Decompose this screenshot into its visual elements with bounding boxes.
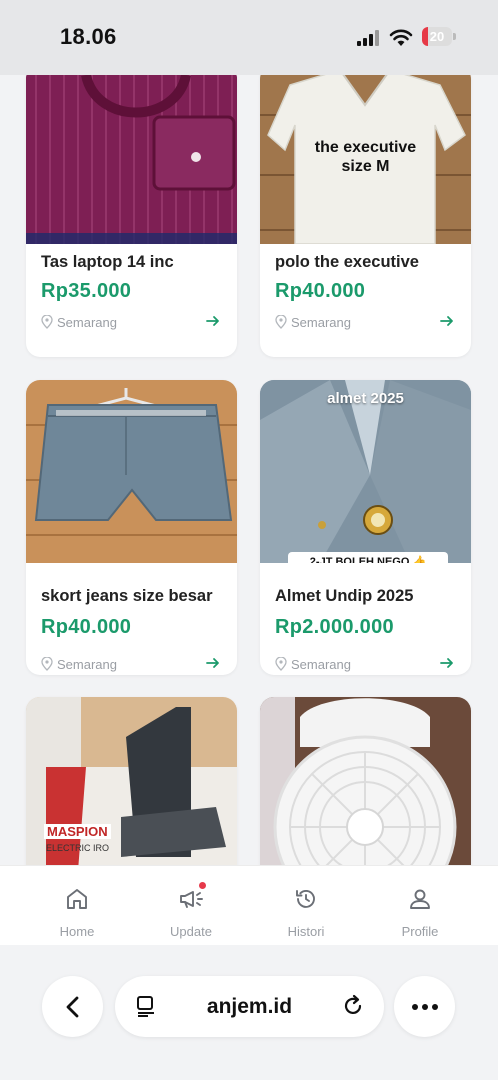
user-icon bbox=[410, 889, 430, 909]
listing-image: almet 2025 2-JT BOLEH NEGO 👍 bbox=[260, 380, 471, 563]
wifi-icon bbox=[389, 29, 413, 46]
listing-title: Almet Undip 2025 bbox=[275, 587, 414, 605]
arrow-right-icon[interactable] bbox=[205, 655, 221, 671]
status-bar: 18.06 20 bbox=[0, 0, 498, 75]
reload-icon[interactable] bbox=[341, 994, 365, 1018]
arrow-right-icon[interactable] bbox=[205, 313, 221, 329]
location-label: Semarang bbox=[57, 314, 117, 330]
address-bar[interactable]: anjem.id bbox=[115, 976, 384, 1037]
box-sublabel: ELECTRIC IRO bbox=[46, 843, 110, 853]
location-pin-icon bbox=[275, 657, 287, 671]
browser-toolbar: anjem.id bbox=[0, 945, 498, 1080]
chevron-left-icon bbox=[66, 996, 78, 1017]
listing-price: Rp40.000 bbox=[41, 616, 132, 638]
box-label: MASPION bbox=[44, 824, 111, 839]
listing-location: Semarang bbox=[41, 656, 117, 672]
nav-item-profile[interactable]: Profile bbox=[370, 866, 470, 946]
more-options-button[interactable] bbox=[394, 976, 455, 1037]
listing-image: the executive size M bbox=[260, 75, 471, 244]
listing-card[interactable]: Tas laptop 14 inc Rp35.000 Semarang bbox=[26, 75, 237, 357]
listing-title: Tas laptop 14 inc bbox=[41, 253, 174, 271]
listing-price: Rp2.000.000 bbox=[275, 616, 394, 638]
listing-price: Rp40.000 bbox=[275, 280, 366, 302]
listing-title: skort jeans size besar bbox=[41, 587, 213, 605]
listing-location: Semarang bbox=[275, 656, 351, 672]
location-pin-icon bbox=[275, 315, 287, 329]
nav-label: Home bbox=[59, 924, 95, 939]
history-icon bbox=[296, 889, 315, 908]
battery-level: 20 bbox=[429, 29, 445, 44]
location-pin-icon bbox=[41, 657, 53, 671]
status-time: 18.06 bbox=[60, 24, 117, 49]
back-button[interactable] bbox=[42, 976, 103, 1037]
arrow-right-icon[interactable] bbox=[439, 313, 455, 329]
image-overlay-text: the executive size M bbox=[314, 139, 417, 175]
product-feed[interactable]: Tas laptop 14 inc Rp35.000 Semarang the … bbox=[0, 75, 498, 865]
notification-dot bbox=[199, 882, 206, 889]
location-pin-icon bbox=[41, 315, 53, 329]
nav-label: Profile bbox=[401, 924, 439, 939]
listing-card[interactable]: almet 2025 2-JT BOLEH NEGO 👍 Almet Undip… bbox=[260, 380, 471, 675]
cellular-signal-icon bbox=[357, 30, 379, 46]
arrow-right-icon[interactable] bbox=[439, 655, 455, 671]
image-overlay-text: almet 2025 bbox=[327, 390, 404, 407]
location-label: Semarang bbox=[57, 656, 117, 672]
megaphone-icon bbox=[180, 891, 203, 908]
listing-card[interactable]: MASPION ELECTRIC IRO bbox=[26, 697, 237, 865]
nav-item-home[interactable]: Home bbox=[27, 866, 127, 946]
listing-card[interactable]: skort jeans size besar Rp40.000 Semarang bbox=[26, 380, 237, 675]
nav-item-histori[interactable]: Histori bbox=[256, 866, 356, 946]
battery-icon: 20 bbox=[422, 27, 456, 46]
listing-location: Semarang bbox=[41, 314, 117, 330]
location-label: Semarang bbox=[291, 656, 351, 672]
location-label: Semarang bbox=[291, 314, 351, 330]
listing-card[interactable] bbox=[260, 697, 471, 865]
image-overlay-banner: 2-JT BOLEH NEGO 👍 bbox=[288, 552, 448, 563]
listing-title: polo the executive bbox=[275, 253, 419, 271]
listing-price: Rp35.000 bbox=[41, 280, 132, 302]
listing-image bbox=[26, 380, 237, 563]
listing-image bbox=[26, 75, 237, 244]
nav-label: Update bbox=[170, 924, 212, 939]
nav-item-update[interactable]: Update bbox=[141, 866, 241, 946]
listing-card[interactable]: the executive size M polo the executive … bbox=[260, 75, 471, 357]
home-icon bbox=[67, 889, 87, 909]
listing-location: Semarang bbox=[275, 314, 351, 330]
listing-image bbox=[260, 697, 471, 865]
listing-image: MASPION ELECTRIC IRO bbox=[26, 697, 237, 865]
nav-label: Histori bbox=[287, 924, 325, 939]
more-horizontal-icon bbox=[411, 1003, 438, 1010]
bottom-nav: Home Update Histori Profile bbox=[0, 865, 498, 945]
